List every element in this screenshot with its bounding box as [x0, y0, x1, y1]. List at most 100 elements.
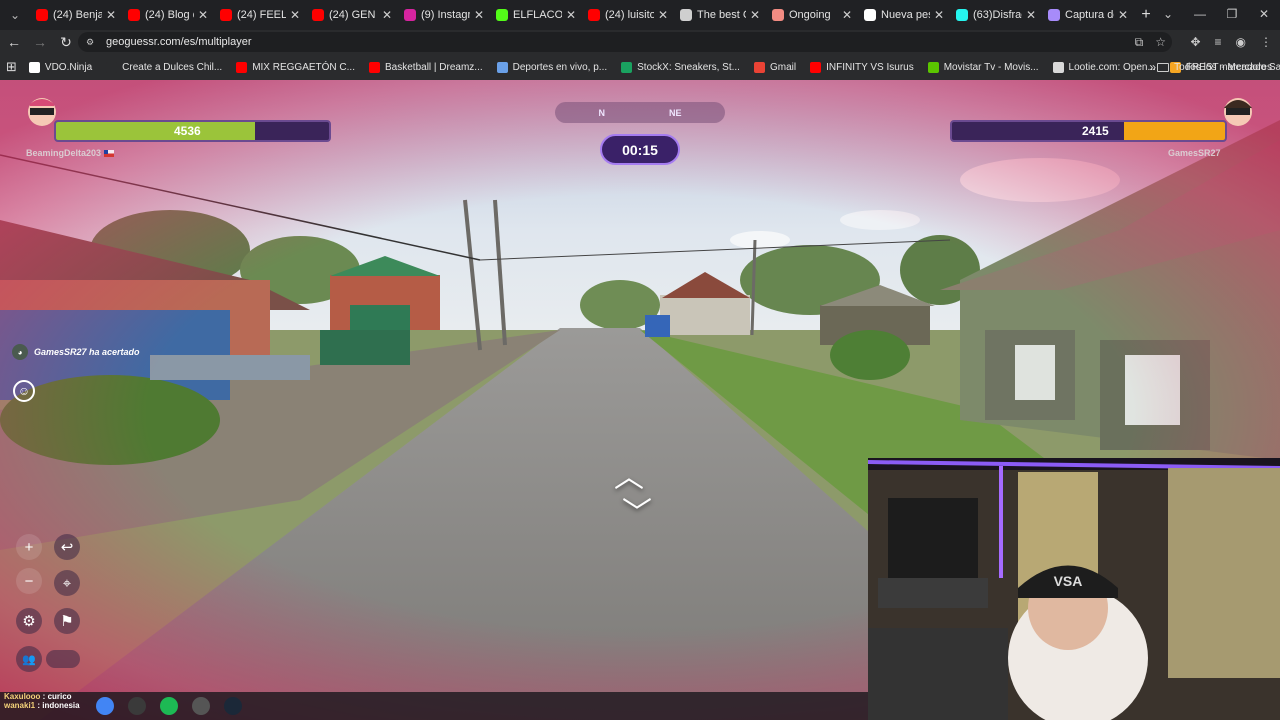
- tab-search-icon[interactable]: ⌄: [0, 0, 30, 30]
- bookmark-favicon-icon: [1052, 61, 1064, 73]
- bookmark-favicon-icon: [106, 61, 118, 73]
- browser-tab[interactable]: ELFLACO - V ✕: [490, 3, 582, 27]
- profile-icon[interactable]: ◉: [1236, 35, 1246, 49]
- emote-icon[interactable]: ☺: [13, 380, 35, 402]
- bookmark-item[interactable]: Gmail: [753, 61, 797, 73]
- zoom-in-button[interactable]: +: [16, 534, 42, 560]
- tab-strip: ⌄ (24) Benja V ✕ (24) Blog de ✕ (24) FEEL M ✕…: [0, 0, 1280, 30]
- spotify-icon[interactable]: [160, 697, 178, 715]
- window-controls: ⌄ — ❐ ✕: [1152, 0, 1280, 30]
- chat-text: curico: [47, 692, 72, 701]
- all-bookmarks-label: Todos los marcadores: [1174, 61, 1272, 73]
- tab-close-icon[interactable]: ✕: [198, 8, 208, 22]
- restore-icon[interactable]: ❐: [1216, 0, 1248, 28]
- chat-text: indonesia: [42, 701, 80, 710]
- map-pin-icon: [772, 9, 784, 21]
- browser-tab[interactable]: (24) luisito ✕: [582, 3, 674, 27]
- instagram-icon: [404, 9, 416, 21]
- return-to-start-button[interactable]: ⌖: [54, 570, 80, 596]
- tab-close-icon[interactable]: ✕: [474, 8, 484, 22]
- settings-button[interactable]: ⚙: [16, 608, 42, 634]
- browser-tab[interactable]: (9) Instagram ✕: [398, 3, 490, 27]
- browser-tab[interactable]: (24) Benja V ✕: [30, 3, 122, 27]
- bookmark-item[interactable]: Lootie.com: Open...: [1052, 61, 1156, 73]
- tab-label: (24) FEEL M: [237, 9, 286, 21]
- minimize-icon[interactable]: —: [1184, 0, 1216, 28]
- youtube-icon: [220, 9, 232, 21]
- obs-icon[interactable]: [128, 697, 146, 715]
- pen-icon: [1048, 9, 1060, 21]
- compass-bar: N NE: [555, 102, 725, 123]
- bookmark-star-icon[interactable]: ☆: [1155, 35, 1166, 49]
- bookmark-item[interactable]: MIX REGGAETÓN C...: [236, 61, 355, 73]
- tab-label: (63)Disfrace: [973, 9, 1022, 21]
- bookmark-label: Gmail: [769, 61, 797, 73]
- tab-close-icon[interactable]: ✕: [658, 8, 668, 22]
- close-window-icon[interactable]: ✕: [1248, 0, 1280, 28]
- all-bookmarks-folder[interactable]: Todos los marcadores: [1157, 62, 1272, 73]
- tab-close-icon[interactable]: ✕: [382, 8, 392, 22]
- browser-tab[interactable]: (24) Blog de ✕: [122, 3, 214, 27]
- omnibox[interactable]: ⚙ geoguessr.com/es/multiplayer ⧉ ☆: [78, 32, 1172, 52]
- tab-close-icon[interactable]: ✕: [106, 8, 116, 22]
- bookmark-favicon-icon: [369, 61, 380, 73]
- bookmark-item[interactable]: Deportes en vivo, p...: [496, 61, 607, 73]
- browser-tab[interactable]: (24) FEEL M ✕: [214, 3, 306, 27]
- bookmark-item[interactable]: INFINITY VS Isurus: [810, 61, 914, 73]
- browser-tab[interactable]: (24) GEN vs ✕: [306, 3, 398, 27]
- menu-icon[interactable]: ⋮: [1260, 35, 1272, 49]
- bookmark-item[interactable]: Basketball | Dreamz...: [369, 61, 483, 73]
- bookmark-item[interactable]: Create a Dulces Chil...: [106, 61, 222, 73]
- bookmark-favicon-icon: [927, 61, 939, 73]
- browser-tab[interactable]: Captura de ✕: [1042, 3, 1134, 27]
- tab-close-icon[interactable]: ✕: [750, 8, 760, 22]
- bookmark-item[interactable]: VDO.Ninja: [28, 61, 92, 73]
- site-info-icon[interactable]: ⚙: [86, 37, 98, 47]
- zoom-out-button[interactable]: −: [16, 568, 42, 594]
- obs-studio-icon[interactable]: [192, 697, 210, 715]
- tab-close-icon[interactable]: ✕: [1026, 8, 1036, 22]
- tab-close-icon[interactable]: ✕: [1118, 8, 1128, 22]
- tab-label: (9) Instagram: [421, 9, 470, 21]
- toggle-switch[interactable]: [46, 650, 80, 668]
- people-icon[interactable]: 👥: [16, 646, 42, 672]
- bookmark-item[interactable]: StockX: Sneakers, St...: [621, 61, 740, 73]
- address-bar-row: ← → ↻ ⚙ geoguessr.com/es/multiplayer ⧉ ☆…: [0, 30, 1280, 54]
- url-text[interactable]: geoguessr.com/es/multiplayer: [106, 36, 252, 48]
- tab-close-icon[interactable]: ✕: [934, 8, 944, 22]
- extensions-icon[interactable]: ✥: [1190, 35, 1200, 49]
- browser-tab[interactable]: The best Ch ✕: [674, 3, 766, 27]
- tab-label: (24) Benja V: [53, 9, 102, 21]
- undo-move-button[interactable]: ↩: [54, 534, 80, 560]
- move-backward-arrow[interactable]: ﹀: [622, 488, 652, 532]
- back-icon[interactable]: ←: [2, 30, 26, 54]
- browser-tab[interactable]: Ongoing ✕: [766, 3, 858, 27]
- taskbar-icons: [96, 697, 242, 715]
- apps-grid-icon[interactable]: ⊞: [6, 59, 17, 75]
- steam-icon[interactable]: [224, 697, 242, 715]
- geoguessr-game[interactable]: 4536 BeamingDelta203 2415 GamesSR27 N NE…: [0, 80, 1280, 720]
- tab-close-icon[interactable]: ✕: [842, 8, 852, 22]
- tab-close-icon[interactable]: ✕: [566, 8, 576, 22]
- install-app-icon[interactable]: ⧉: [1135, 35, 1144, 50]
- chrome-icon: [864, 9, 876, 21]
- tab-close-icon[interactable]: ✕: [290, 8, 300, 22]
- browser-tab[interactable]: (63)Disfrace ✕: [950, 3, 1042, 27]
- bookmarks-bar: ⊞ VDO.Ninja Create a Dulces Chil... MIX RE…: [0, 54, 1280, 80]
- chat-separator: :: [40, 692, 48, 701]
- chevron-down-icon[interactable]: ⌄: [1152, 0, 1184, 28]
- browser-tab[interactable]: Nueva pesta ✕: [858, 3, 950, 27]
- bookmarks-more-icon[interactable]: »: [1149, 60, 1156, 74]
- tab-label: ELFLACO - V: [513, 9, 562, 21]
- reload-icon[interactable]: ↻: [54, 30, 78, 54]
- youtube-icon: [128, 9, 140, 21]
- tab-label: (24) GEN vs: [329, 9, 378, 21]
- media-icon[interactable]: ≡: [1215, 35, 1222, 49]
- tab-label: (24) luisito: [605, 9, 654, 21]
- chrome-icon[interactable]: [96, 697, 114, 715]
- flag-button[interactable]: ⚑: [54, 608, 80, 634]
- player-left-health-bar: 4536: [54, 120, 331, 142]
- forward-icon[interactable]: →: [28, 30, 52, 54]
- bookmark-label: MIX REGGAETÓN C...: [252, 61, 355, 73]
- bookmark-item[interactable]: Movistar Tv - Movis...: [927, 61, 1039, 73]
